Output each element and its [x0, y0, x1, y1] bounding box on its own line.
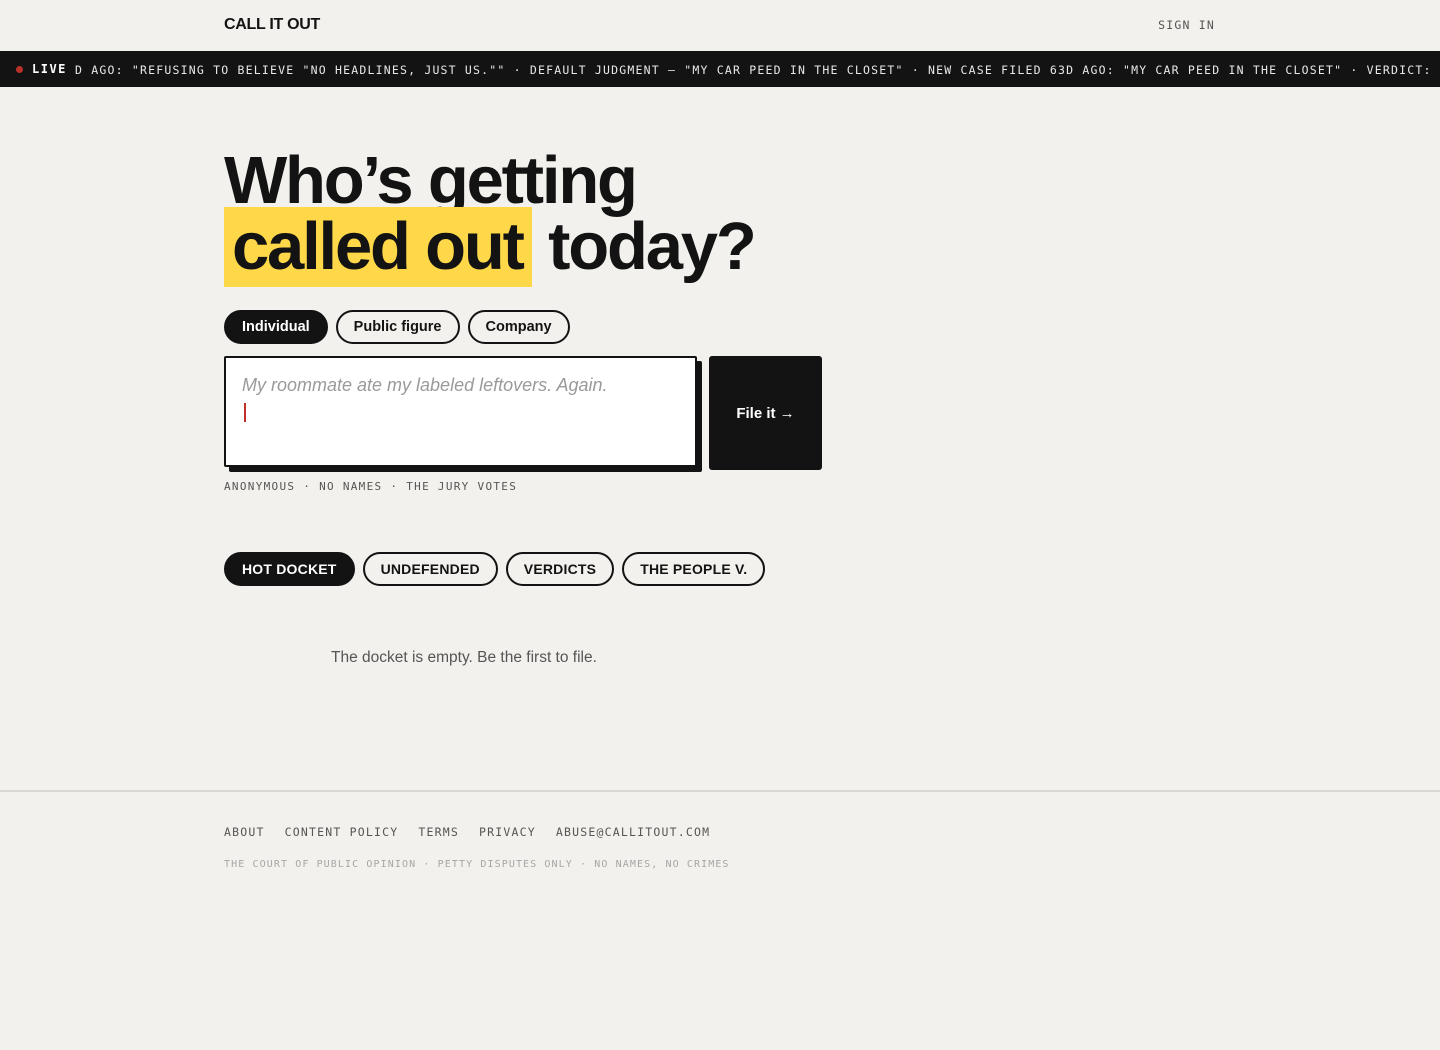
- tab-verdicts[interactable]: VERDICTS: [505, 552, 615, 586]
- tab-undefended[interactable]: UNDEFENDED: [362, 552, 498, 586]
- footer-link[interactable]: ABOUT: [224, 825, 265, 839]
- footer-note: THE COURT OF PUBLIC OPINION · PETTY DISP…: [224, 859, 730, 870]
- footer-link[interactable]: CONTENT POLICY: [285, 825, 399, 839]
- sign-in-link[interactable]: SIGN IN: [1158, 18, 1215, 32]
- complaint-input[interactable]: [226, 358, 695, 465]
- footer-link[interactable]: TERMS: [418, 825, 459, 839]
- tab-the-people-v[interactable]: THE PEOPLE V.: [622, 552, 766, 586]
- headline-line-2: called out today?: [224, 207, 757, 287]
- live-label: LIVE: [32, 62, 67, 76]
- page-title: Who’s getting called out today?: [224, 143, 757, 294]
- target-type-selector: Individual Public figure Company: [224, 310, 570, 344]
- footer-divider: [0, 790, 1440, 792]
- docket-tabs: HOT DOCKET UNDEFENDED VERDICTS THE PEOPLE V…: [224, 552, 766, 586]
- target-type-individual[interactable]: Individual: [224, 310, 328, 344]
- headline-rest: today?: [548, 209, 757, 284]
- tab-hot-docket[interactable]: HOT DOCKET: [224, 552, 355, 586]
- target-type-company[interactable]: Company: [467, 310, 570, 344]
- headline-highlight: called out: [224, 207, 532, 287]
- anonymity-hint: ANONYMOUS · NO NAMES · THE JURY VOTES: [224, 480, 518, 493]
- site-header: CALL IT OUT SIGN IN: [0, 0, 1440, 51]
- live-ticker: LIVE D AGO: "REFUSING TO BELIEVE "NO HEA…: [0, 51, 1440, 87]
- ticker-text: D AGO: "REFUSING TO BELIEVE "NO HEADLINE…: [75, 63, 1440, 77]
- complaint-input-box: [224, 356, 697, 467]
- live-dot-icon: [16, 66, 23, 73]
- file-it-button[interactable]: File it →: [709, 356, 822, 470]
- text-caret: [244, 403, 246, 422]
- footer-links: ABOUT CONTENT POLICY TERMS PRIVACY ABUSE@CAL…: [224, 825, 710, 839]
- target-type-public-figure[interactable]: Public figure: [335, 310, 460, 344]
- headline-line-1: Who’s getting: [224, 143, 638, 218]
- footer-link[interactable]: PRIVACY: [479, 825, 536, 839]
- footer-link[interactable]: ABUSE@CALLITOUT.COM: [556, 825, 710, 839]
- site-logo[interactable]: CALL IT OUT: [224, 16, 320, 34]
- empty-docket-message: The docket is empty. Be the first to fil…: [331, 649, 597, 666]
